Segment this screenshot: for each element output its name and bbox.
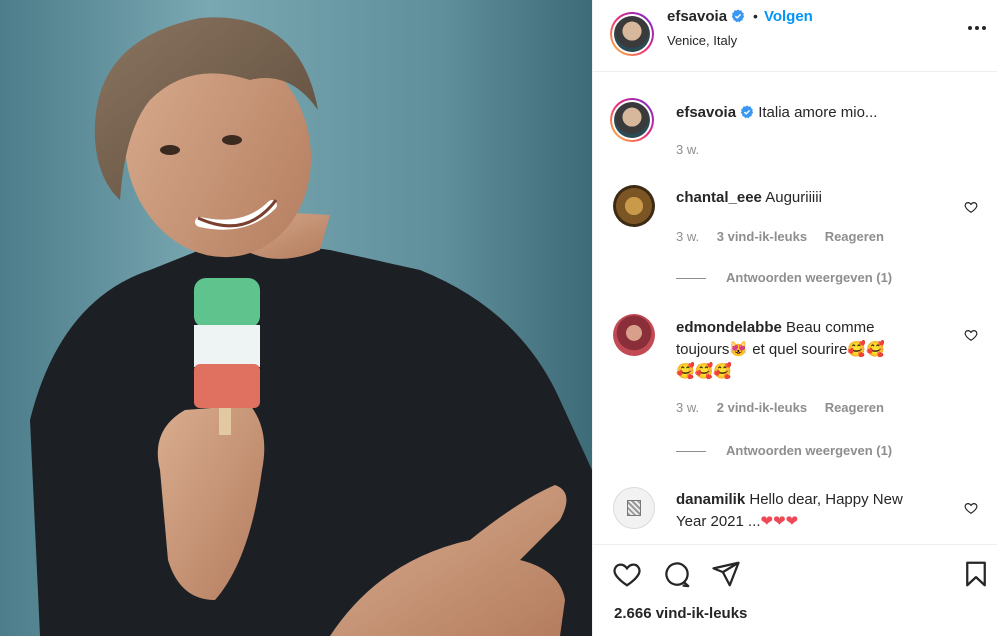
comment-avatar[interactable] [613,487,655,529]
reply-button[interactable]: Reageren [825,229,884,244]
comment-text: toujours [676,341,730,358]
smiling-hearts-emoji: 🥰 [694,363,714,380]
author-username[interactable]: efsavoia [667,8,727,25]
replies-divider [676,451,706,452]
comment-avatar[interactable] [613,185,655,227]
comment-text: Beau comme [786,319,875,336]
comment-text: Hello dear, Happy New [749,491,903,508]
smiling-hearts-emoji: 🥰 [713,363,733,380]
caption-username[interactable]: efsavoia [676,104,736,121]
caption-timestamp[interactable]: 3 w. [676,142,699,157]
heart-eyes-cat-emoji: 😻 [729,341,749,358]
author-avatar[interactable] [610,12,654,56]
heart-emoji: ❤ [773,513,786,530]
comment-icon[interactable] [662,559,692,589]
paper-plane-icon[interactable] [711,559,741,589]
post-photo[interactable] [0,0,592,636]
bookmark-icon[interactable] [961,559,991,589]
comment-text: et quel sourire [748,341,848,358]
heart-icon[interactable] [612,559,642,589]
comment-2-line1: edmondelabbe Beau comme [676,317,874,339]
verified-badge-icon [731,9,745,23]
comment-likes[interactable]: 2 vind-ik-leuks [717,400,807,415]
post-dialog: efsavoia • Volgen Venice, Italy efsavoia I… [0,0,997,636]
header-title-row: efsavoia • Volgen [667,8,813,25]
comment-2-line2: toujours😻 et quel sourire🥰🥰 [676,339,885,361]
comment-1: chantal_eee Auguriiiii [676,187,822,209]
smiling-hearts-emoji: 🥰 [865,341,885,358]
like-comment-heart-icon[interactable] [964,200,978,214]
more-options-icon[interactable] [967,18,987,38]
view-replies-button[interactable]: Antwoorden weergeven (1) [726,443,892,458]
photo-illustration [0,0,592,636]
like-comment-heart-icon[interactable] [964,328,978,342]
comment-timestamp[interactable]: 3 w. [676,229,699,244]
comment-meta: 3 w. 3 vind-ik-leuks Reageren [676,229,884,244]
like-comment-heart-icon[interactable] [964,501,978,515]
replies-divider [676,278,706,279]
comment-timestamp[interactable]: 3 w. [676,400,699,415]
comment-text: Auguriiiii [765,189,822,206]
comment-2-line3: 🥰🥰🥰 [676,361,732,383]
heart-emoji: ❤ [785,513,799,530]
reply-button[interactable]: Reageren [825,400,884,415]
comment-avatar[interactable] [613,314,655,356]
comment-username[interactable]: danamilik [676,491,745,508]
comment-3-line1: danamilik Hello dear, Happy New [676,489,903,511]
follow-button[interactable]: Volgen [764,8,813,25]
heart-emoji: ❤ [760,513,774,530]
comment-text: Year 2021 ... [676,513,761,530]
separator-dot: • [753,8,758,24]
comment-3-line2: Year 2021 ...❤❤❤ [676,511,798,533]
comment-username[interactable]: edmondelabbe [676,319,782,336]
post-like-count[interactable]: 2.666 vind-ik-leuks [614,605,747,622]
comment-likes[interactable]: 3 vind-ik-leuks [717,229,807,244]
post-header: efsavoia • Volgen Venice, Italy [593,0,997,72]
post-location[interactable]: Venice, Italy [667,33,737,48]
caption: efsavoia Italia amore mio... [676,102,877,124]
comment-username[interactable]: chantal_eee [676,189,762,206]
comments-list[interactable]: efsavoia Italia amore mio... 3 w. chanta… [593,72,997,544]
post-side-panel: efsavoia • Volgen Venice, Italy efsavoia I… [592,0,997,636]
caption-author-avatar[interactable] [610,98,654,142]
smiling-hearts-emoji: 🥰 [847,341,866,358]
post-actions: 2.666 vind-ik-leuks [593,544,997,636]
view-replies-button[interactable]: Antwoorden weergeven (1) [726,270,892,285]
caption-text: Italia amore mio... [758,104,878,121]
verified-badge-icon [740,105,754,119]
comment-meta: 3 w. 2 vind-ik-leuks Reageren [676,400,884,415]
smiling-hearts-emoji: 🥰 [676,363,695,380]
